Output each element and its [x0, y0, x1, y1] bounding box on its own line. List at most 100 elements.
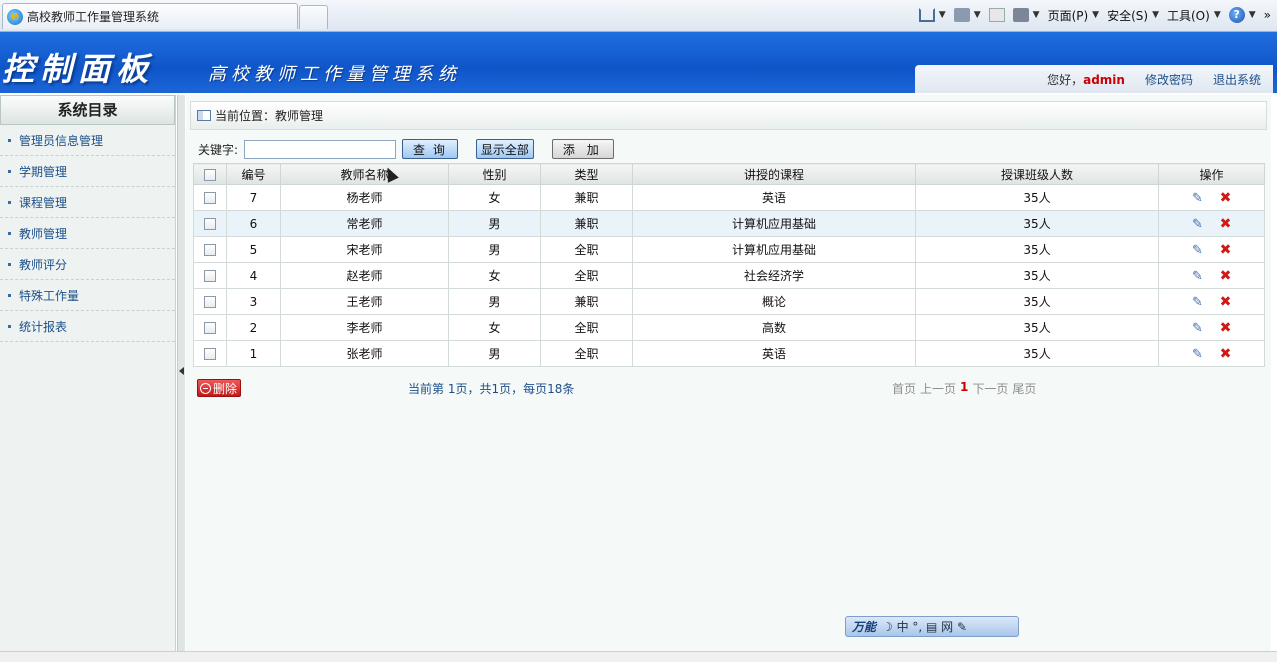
sidebar-item-teacher-rating[interactable]: 教师评分 [0, 249, 175, 280]
more-commands-button[interactable]: » [1264, 8, 1271, 22]
row-checkbox[interactable] [204, 322, 216, 334]
row-checkbox[interactable] [204, 348, 216, 360]
edit-icon[interactable]: ✎ [1191, 217, 1205, 232]
col-teacher-name[interactable]: 教师名称 [280, 163, 449, 185]
show-all-button[interactable]: 显示全部 [475, 139, 534, 159]
row-checkbox[interactable] [204, 192, 216, 204]
bullet-icon [8, 138, 11, 142]
page-icon [197, 110, 211, 121]
security-menu[interactable]: 安全(S) ▼ [1107, 7, 1159, 24]
sidebar-item-admin-info[interactable]: 管理员信息管理 [0, 125, 175, 156]
cell-name: 赵老师 [280, 262, 449, 289]
home-button[interactable]: ▼ [918, 8, 946, 22]
page-menu[interactable]: 页面(P) ▼ [1048, 7, 1100, 24]
col-type[interactable]: 类型 [540, 163, 633, 185]
mail-button[interactable] [988, 8, 1005, 22]
delete-icon[interactable]: ✖ [1219, 190, 1233, 206]
cell-course: 英语 [632, 340, 916, 367]
cell-id: 1 [226, 340, 281, 367]
command-bar: ▼ ▼ ▼ 页面(P) ▼ 安全(S) ▼ 工具(O) ▼ ? ▼ » [918, 4, 1271, 26]
sidebar-item-semester[interactable]: 学期管理 [0, 156, 175, 187]
cell-type: 兼职 [540, 210, 633, 237]
collapse-arrow-icon[interactable] [179, 367, 184, 375]
edit-icon[interactable]: ✎ [1191, 347, 1205, 362]
delete-icon[interactable]: ✖ [1219, 268, 1233, 284]
pager-last[interactable]: 尾页 [1012, 380, 1036, 397]
cell-actions: ✎ ✖ [1158, 262, 1265, 289]
row-checkbox[interactable] [204, 296, 216, 308]
edit-icon[interactable]: ✎ [1191, 269, 1205, 284]
ime-icons[interactable]: ☽ 中 °, ▤ 网 ✎ [882, 618, 967, 635]
cell-id: 6 [226, 210, 281, 237]
print-button[interactable]: ▼ [1012, 8, 1040, 22]
row-checkbox[interactable] [204, 218, 216, 230]
col-course[interactable]: 讲授的课程 [632, 163, 916, 185]
delete-icon[interactable]: ✖ [1219, 216, 1233, 232]
cell-course: 概论 [632, 288, 916, 315]
sidebar-item-teacher[interactable]: 教师管理 [0, 218, 175, 249]
sidebar-item-course[interactable]: 课程管理 [0, 187, 175, 218]
batch-delete-button[interactable]: 删除 [197, 379, 242, 397]
print-icon [1012, 8, 1029, 22]
cell-type: 兼职 [540, 288, 633, 315]
keyword-label: 关键字: [198, 142, 239, 157]
user-bar: 您好，admin 修改密码 退出系统 [915, 65, 1273, 93]
help-menu[interactable]: ? ▼ [1228, 7, 1256, 23]
cell-course: 社会经济学 [632, 262, 916, 289]
bullet-icon [8, 324, 11, 328]
select-all-cell [193, 163, 227, 185]
delete-icon[interactable]: ✖ [1219, 242, 1233, 258]
ime-toolbar[interactable]: 万能 ☽ 中 °, ▤ 网 ✎ [845, 616, 1019, 637]
logout-link[interactable]: 退出系统 [1213, 71, 1261, 88]
col-id[interactable]: 编号 [226, 163, 281, 185]
cell-class-size: 35人 [915, 262, 1159, 289]
delete-icon[interactable]: ✖ [1219, 346, 1233, 362]
sidebar-splitter[interactable] [177, 95, 185, 651]
edit-icon[interactable]: ✎ [1191, 295, 1205, 310]
select-all-checkbox[interactable] [204, 168, 216, 181]
cell-gender: 女 [448, 314, 541, 341]
browser-tab[interactable]: e 高校教师工作量管理系统 [2, 3, 298, 29]
tools-menu[interactable]: 工具(O) ▼ [1167, 7, 1221, 24]
sidebar-item-special-workload[interactable]: 特殊工作量 [0, 280, 175, 311]
edit-icon[interactable]: ✎ [1191, 321, 1205, 336]
pager-next[interactable]: 下一页 [972, 380, 1008, 397]
sidebar-item-statistics[interactable]: 统计报表 [0, 311, 175, 342]
keyword-input[interactable] [244, 139, 397, 159]
bullet-icon [8, 231, 11, 235]
cell-gender: 男 [448, 340, 541, 367]
edit-icon[interactable]: ✎ [1191, 243, 1205, 258]
edit-icon[interactable]: ✎ [1191, 191, 1205, 206]
query-button[interactable]: 查 询 [402, 139, 458, 159]
change-password-link[interactable]: 修改密码 [1145, 71, 1193, 88]
row-checkbox[interactable] [204, 270, 216, 282]
cell-course: 高数 [632, 314, 916, 341]
cell-class-size: 35人 [915, 340, 1159, 367]
cell-id: 7 [226, 184, 281, 211]
cell-id: 2 [226, 314, 281, 341]
col-class-size[interactable]: 授课班级人数 [915, 163, 1159, 185]
cell-gender: 女 [448, 262, 541, 289]
chevron-down-icon: ▼ [1248, 10, 1256, 20]
search-bar: 关键字: 查 询 显示全部 添 加 [198, 137, 632, 161]
add-button[interactable]: 添 加 [551, 139, 614, 159]
pager: 首页 上一页 1 下一页 尾页 [892, 380, 1036, 397]
cell-actions: ✎ ✖ [1158, 314, 1265, 341]
cell-name: 李老师 [280, 314, 449, 341]
new-tab-button[interactable] [299, 5, 328, 29]
greeting: 您好，admin [1047, 72, 1125, 87]
main-content: 当前位置：教师管理 关键字: 查 询 显示全部 添 加 编号 教师名称 性别 类… [186, 95, 1271, 651]
delete-icon[interactable]: ✖ [1219, 320, 1233, 336]
cell-name: 王老师 [280, 288, 449, 315]
chevron-down-icon: ▼ [1092, 10, 1100, 20]
feeds-button[interactable]: ▼ [953, 8, 981, 22]
delete-icon[interactable]: ✖ [1219, 294, 1233, 310]
mail-icon [988, 8, 1005, 22]
pager-prev[interactable]: 上一页 [920, 380, 956, 397]
cell-name: 常老师 [280, 210, 449, 237]
cell-type: 兼职 [540, 184, 633, 211]
row-checkbox[interactable] [204, 244, 216, 256]
pager-first[interactable]: 首页 [892, 380, 916, 397]
col-gender[interactable]: 性别 [448, 163, 541, 185]
minus-circle-icon [200, 382, 211, 394]
